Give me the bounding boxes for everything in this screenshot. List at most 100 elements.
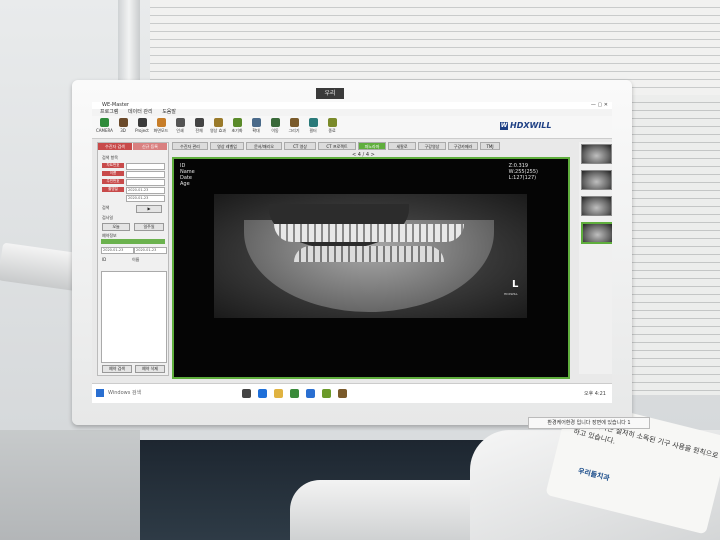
toolbar-label: Project — [135, 128, 149, 133]
side-marker: L — [512, 279, 519, 290]
task-view-icon[interactable] — [242, 389, 251, 398]
reservation-search-button[interactable]: 예약 검색 — [102, 365, 132, 373]
monitor-logo: 우리 — [316, 88, 344, 99]
toolbar-button-5[interactable]: 전체 — [191, 118, 207, 134]
toolbar-button-8[interactable]: 확대 — [248, 118, 264, 134]
reservation-date-from[interactable]: 2020-01-23 — [101, 247, 134, 254]
brand-logo: W HDXWILL — [500, 121, 552, 130]
monitor-notice-label: 환경케어환경 입니다 장면에 있습니다 1 — [528, 417, 650, 429]
module-tab-0[interactable]: 수진자 관리 — [172, 142, 208, 150]
sticker-logo: 우리들치과 — [577, 466, 611, 483]
search-items-label: 검색 항목 — [102, 155, 118, 160]
panoramic-xray-image — [214, 194, 527, 318]
menubar: 프로그램 데이터 관리 도움말 — [92, 109, 612, 116]
window-controls[interactable]: — ▢ ✕ — [591, 102, 608, 109]
search-label: 검색 — [102, 205, 110, 210]
tab-patient-search[interactable]: 수진자 검색 — [98, 143, 132, 150]
module-tabs: 수진자 관리 영상 레벨업 문서/패리오 CT 영상 CT 프로젝트 파노라마 세팔로 구강영… — [172, 142, 552, 150]
zoom-icon — [251, 118, 261, 127]
app-icon-3[interactable] — [338, 389, 347, 398]
menu-help[interactable]: 도움말 — [162, 109, 176, 115]
taskbar-search[interactable]: Windows 검색 — [108, 388, 208, 399]
draw-icon — [289, 118, 299, 127]
toolbar-label: 종료 — [328, 128, 336, 133]
move-icon — [270, 118, 280, 127]
toolbar-label: 영상 효과 — [210, 128, 226, 133]
app-icon-1[interactable] — [306, 389, 315, 398]
toolbar-button-12[interactable]: 종료 — [324, 118, 340, 134]
tab-new-patient[interactable]: 신규 등록 — [133, 143, 167, 150]
thumbnail-4[interactable] — [581, 222, 612, 244]
module-tab-7[interactable]: 구강영상 — [418, 142, 446, 150]
date-range-label: 검사일 — [102, 215, 114, 220]
image-stats: Z:0.319 W:255(255) L:127(127) — [509, 163, 538, 181]
week-button[interactable]: 일주일 — [134, 223, 164, 231]
field-chart-number-label: 차트번호 — [102, 163, 124, 168]
module-tab-4[interactable]: CT 프로젝트 — [318, 142, 356, 150]
module-tab-5[interactable]: 파노라마 — [358, 142, 386, 150]
toolbar-label: CAMERA — [96, 128, 113, 133]
toolbar-label: 이동 — [271, 128, 279, 133]
thumbnail-1[interactable] — [581, 144, 612, 164]
lower-teeth — [294, 246, 444, 262]
id-number-input[interactable] — [126, 179, 165, 186]
toolbar-button-9[interactable]: 이동 — [267, 118, 283, 134]
toolbar-label: 인쇄 — [176, 128, 184, 133]
toolbar-label: 초기화 — [231, 128, 243, 133]
menu-program[interactable]: 프로그램 — [100, 109, 118, 115]
window-blinds-right — [630, 95, 720, 395]
app-icon-2[interactable] — [322, 389, 331, 398]
menu-data[interactable]: 데이터 관리 — [128, 109, 153, 115]
store-icon[interactable] — [290, 389, 299, 398]
toolbar-button-4[interactable]: 인쇄 — [172, 118, 188, 134]
level-readout: L:127(127) — [508, 175, 537, 181]
reservation-list[interactable] — [101, 271, 167, 363]
monitor-icon — [137, 118, 147, 127]
3d-icon — [118, 118, 128, 127]
field-date-label: 촬영일 — [102, 187, 124, 192]
thumbnail-strip — [579, 142, 612, 374]
thumbnail-3[interactable] — [581, 196, 612, 216]
reservation-date-to[interactable]: 2020-01-23 — [134, 247, 167, 254]
toolbar-button-0[interactable]: CAMERA — [96, 118, 113, 133]
xray-viewer[interactable]: ID Name Date Age Z:0.319 W:255(255) L:12… — [172, 157, 570, 379]
filter-icon — [308, 118, 318, 127]
effect-icon — [213, 118, 223, 127]
explorer-icon[interactable] — [274, 389, 283, 398]
toolbar-button-10[interactable]: 그리기 — [286, 118, 302, 134]
today-button[interactable]: 오늘 — [102, 223, 130, 231]
list-header-id: ID — [102, 257, 107, 262]
toolbar-label: 3D — [120, 128, 126, 133]
date-from-input[interactable]: 2020-01-23 — [126, 187, 165, 194]
patient-search-panel: 수진자 검색 신규 등록 검색 항목 차트번호 이름 주민번호 촬영일 2020… — [97, 142, 169, 376]
toolbar-button-3[interactable]: 화면모드 — [153, 118, 169, 134]
module-tab-8[interactable]: 구강카메라 — [448, 142, 478, 150]
module-tab-2[interactable]: 문서/패리오 — [246, 142, 282, 150]
module-tab-9[interactable]: TMJ — [480, 142, 500, 150]
floor-area — [0, 430, 140, 540]
toolbar-button-1[interactable]: 3D — [115, 118, 131, 133]
reservation-delete-button[interactable]: 예약 삭제 — [135, 365, 165, 373]
toolbar-button-2[interactable]: Project — [134, 118, 150, 133]
module-tab-6[interactable]: 세팔로 — [388, 142, 416, 150]
side-marker-sub: HDXWILL — [504, 292, 518, 296]
fullscreen-icon — [194, 118, 204, 127]
system-tray[interactable]: 오후 4:21 — [584, 390, 606, 397]
app-titlebar: WE-Master — ▢ ✕ — [92, 102, 612, 109]
meta-age: Age — [180, 181, 190, 187]
module-tab-3[interactable]: CT 영상 — [284, 142, 316, 150]
field-id-label: 주민번호 — [102, 179, 124, 184]
date-to-input[interactable]: 2020-01-23 — [126, 195, 165, 202]
toolbar-button-7[interactable]: 초기화 — [229, 118, 245, 134]
toolbar-button-11[interactable]: 필터 — [305, 118, 321, 134]
windows-start-icon[interactable] — [96, 389, 104, 397]
thumbnail-2[interactable] — [581, 170, 612, 190]
edge-icon[interactable] — [258, 389, 267, 398]
search-button[interactable]: ▶ — [136, 205, 162, 213]
chart-number-input[interactable] — [126, 163, 165, 170]
camera-icon — [99, 118, 109, 127]
module-tab-1[interactable]: 영상 레벨업 — [210, 142, 244, 150]
toolbar-label: 필터 — [309, 128, 317, 133]
name-input[interactable] — [126, 171, 165, 178]
toolbar-button-6[interactable]: 영상 효과 — [210, 118, 226, 134]
